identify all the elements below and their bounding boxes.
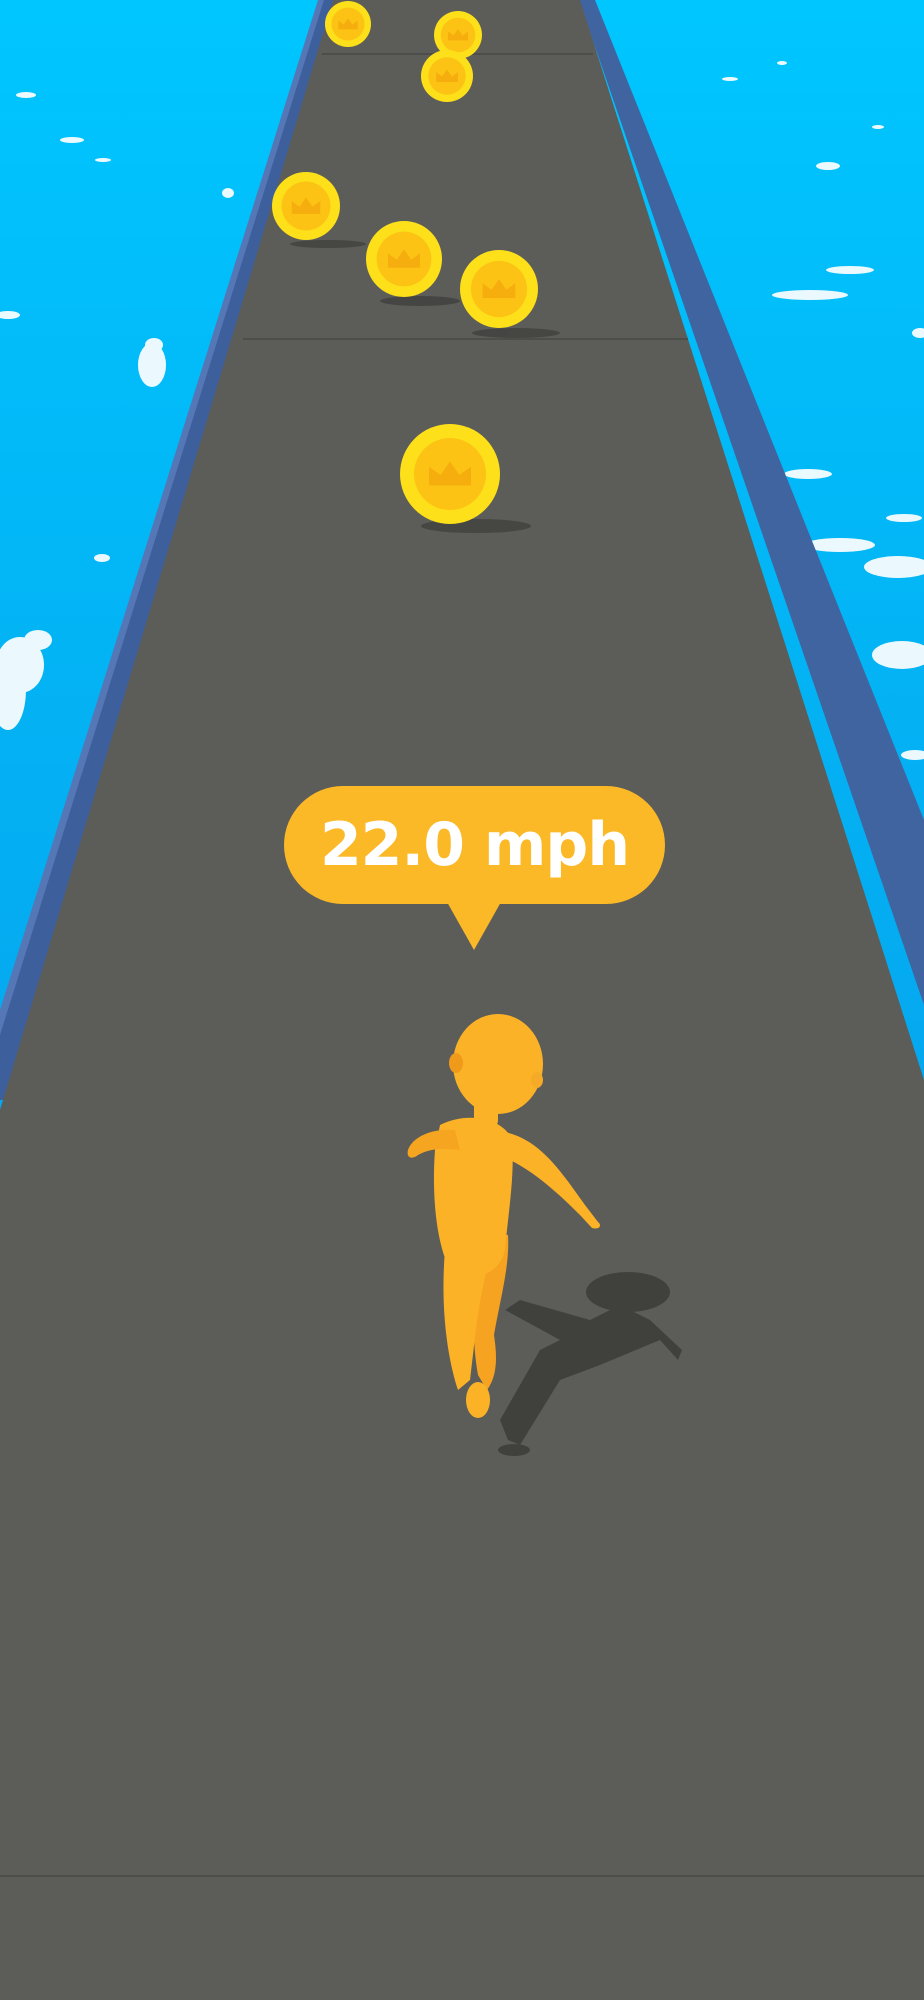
crown-coin-icon: [366, 221, 442, 297]
speed-bubble-tail: [447, 902, 501, 950]
crown-coin-icon: [272, 172, 340, 240]
crown-coin-icon: [421, 50, 473, 102]
crown-coin-icon: [325, 1, 371, 47]
crown-coin-icon: [400, 424, 500, 524]
speed-indicator: 22.0 mph: [284, 786, 665, 904]
crown-coin-icon: [460, 250, 538, 328]
game-scene: [0, 0, 924, 2000]
